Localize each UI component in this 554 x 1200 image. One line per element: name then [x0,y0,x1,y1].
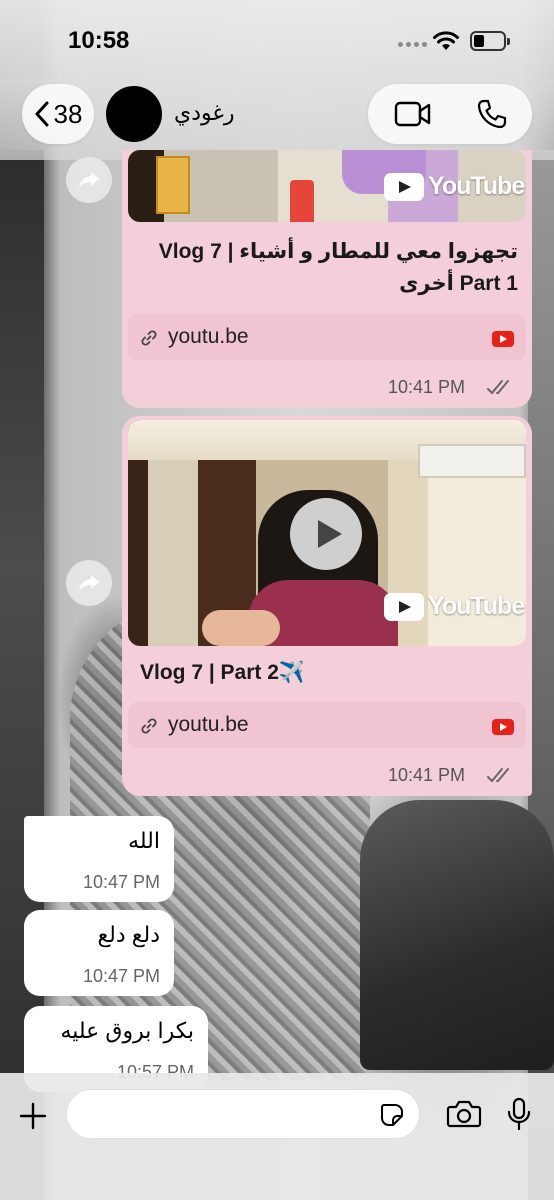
youtube-small-icon [492,719,514,735]
camera-icon[interactable] [446,1099,482,1129]
thumbnail-object [418,444,526,478]
phone-icon[interactable] [476,98,508,130]
forward-button[interactable] [66,157,112,203]
video-title: تجهزوا معي للمطار و أشياء | Vlog 7 Part … [138,236,518,300]
forward-arrow-icon [79,172,99,188]
link-icon [141,718,157,734]
back-button[interactable]: 38 [22,84,94,144]
youtube-logo-text: YouTube [428,592,525,620]
youtube-logo: YouTube [384,172,525,201]
link-preview[interactable]: youtu.be [128,314,526,360]
read-receipt-icon [487,768,509,783]
message-input-bar [0,1073,554,1200]
call-actions [368,84,532,144]
youtube-logo: YouTube [384,592,525,621]
microphone-icon[interactable] [506,1097,532,1131]
video-thumbnail[interactable]: YouTube [128,150,526,222]
message-text: الله [128,828,160,853]
plus-icon[interactable] [18,1101,48,1131]
message-input[interactable] [66,1089,420,1139]
youtube-play-icon [384,592,424,621]
link-icon [141,330,157,346]
wifi-icon [433,31,459,50]
link-domain: youtu.be [168,325,249,348]
contact-avatar[interactable] [106,86,162,142]
message-text: دلع دلع [97,922,160,947]
message-time: 10:47 PM [82,966,160,986]
sticker-icon[interactable] [379,1102,405,1128]
youtube-logo-text: YouTube [428,172,525,200]
status-bar: 10:58 [0,0,554,80]
play-button[interactable] [290,498,362,570]
video-title-line: Part 1 أخرى [399,272,518,295]
link-preview[interactable]: youtu.be [128,702,526,748]
message-bubble-incoming[interactable]: دلع دلع 10:47 PM [24,910,174,996]
message-time: 10:41 PM [388,377,466,397]
forward-arrow-icon [79,575,99,591]
video-thumbnail[interactable]: YouTube [128,420,526,646]
contact-name[interactable]: رغودي [174,100,235,126]
battery-icon [470,31,510,51]
read-receipt-icon [487,380,509,395]
video-title-line: تجهزوا معي للمطار و أشياء | Vlog 7 [158,240,518,263]
message-time: 10:41 PM [388,765,466,785]
link-domain: youtu.be [168,713,249,736]
youtube-small-icon [492,331,514,347]
chevron-left-icon [35,101,49,127]
message-bubble-incoming[interactable]: الله 10:47 PM [24,816,174,902]
message-bubble-outgoing[interactable]: YouTube تجهزوا معي للمطار و أشياء | Vlog… [122,150,532,408]
cellular-signal-icon [398,42,427,47]
message-bubble-outgoing[interactable]: YouTube Vlog 7 | Part 2✈️ youtu.be 10:41… [122,416,532,796]
message-time: 10:47 PM [82,872,160,892]
youtube-play-icon [384,172,424,201]
unread-count: 38 [53,98,83,129]
thumbnail-hand [202,610,280,646]
forward-button[interactable] [66,560,112,606]
thumbnail-object [290,180,314,222]
thumbnail-object [156,156,190,214]
video-title: Vlog 7 | Part 2✈️ [140,661,306,684]
status-time: 10:58 [68,27,130,54]
video-camera-icon[interactable] [394,100,432,128]
message-text: بكرا بروق عليه [60,1018,194,1043]
wallpaper-chair [360,800,554,1070]
